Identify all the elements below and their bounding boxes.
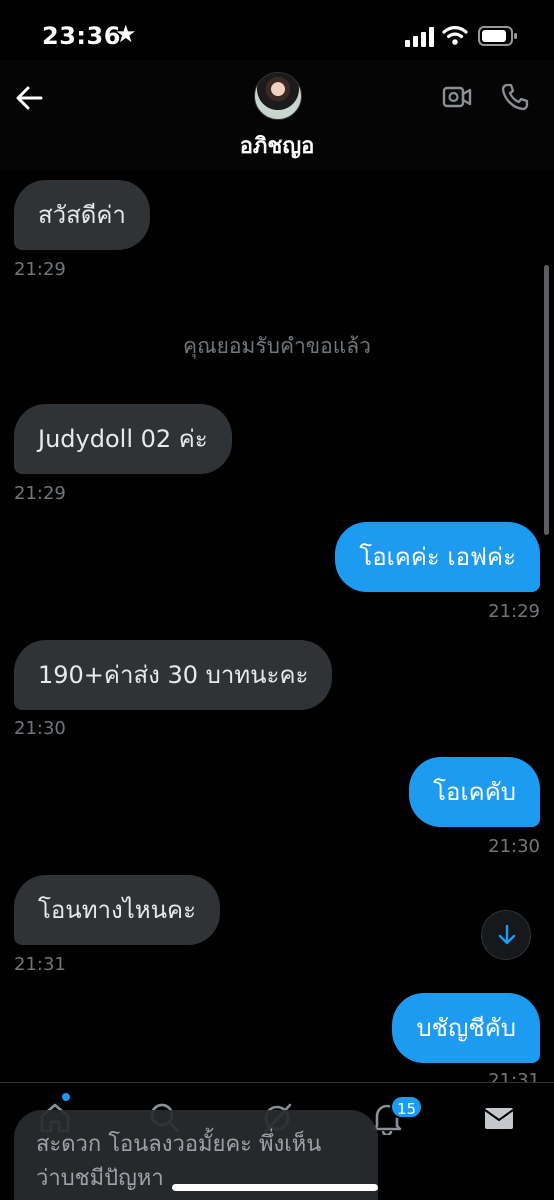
status-time: 23:36 [42, 22, 121, 50]
message-list[interactable]: สวัสดีค่า 21:29 คุณยอมรับคำขอแล้ว Judydo… [0, 170, 554, 1091]
signal-icon [405, 27, 434, 47]
phone-call-icon[interactable] [500, 82, 530, 112]
message-timestamp: 21:30 [488, 836, 540, 857]
star-icon: ★ [115, 20, 137, 48]
mail-icon[interactable] [482, 1101, 516, 1135]
conversation-header: อภิชญอ [0, 60, 554, 170]
outgoing-message[interactable]: บชัญชีคับ [392, 993, 540, 1063]
home-indicator[interactable] [172, 1184, 378, 1191]
outgoing-message[interactable]: โอเคค่ะ เอฟค่ะ [335, 522, 540, 592]
contact-name[interactable]: อภิชญอ [0, 128, 554, 163]
battery-icon [478, 26, 517, 46]
message-timestamp: 21:30 [14, 718, 66, 739]
video-call-icon[interactable] [442, 84, 472, 110]
wifi-icon [442, 26, 468, 45]
scrollbar[interactable] [544, 265, 549, 535]
request-accepted-notice: คุณยอมรับคำขอแล้ว [183, 334, 371, 358]
contact-avatar[interactable] [254, 72, 302, 120]
message-timestamp: 21:29 [488, 601, 540, 622]
message-timestamp: 21:31 [14, 954, 66, 975]
incoming-message[interactable]: สวัสดีค่า [14, 180, 150, 250]
message-timestamp: 21:29 [14, 259, 66, 280]
home-unread-dot [62, 1093, 70, 1101]
incoming-message[interactable]: 190+ค่าส่ง 30 บาทนะคะ [14, 640, 333, 710]
message-timestamp: 21:29 [14, 483, 66, 504]
dm-conversation-screen: 23:36 ★ อภิชญอ สวัสดีค่า 21:29 คุณยอมรับ… [0, 0, 554, 1200]
incoming-message[interactable]: Judydoll 02 ค่ะ [14, 404, 232, 474]
back-arrow-icon[interactable] [14, 84, 44, 112]
outgoing-message[interactable]: โอเคคับ [409, 757, 540, 827]
draft-line-1: สะดวก โอนลงวอมั้ยคะ พึ่งเห็น [36, 1132, 322, 1157]
notification-count-badge: 15 [390, 1095, 424, 1119]
scroll-to-bottom-button[interactable] [481, 910, 531, 960]
arrow-down-icon [498, 924, 516, 945]
incoming-message[interactable]: โอนทางไหนคะ [14, 875, 220, 945]
